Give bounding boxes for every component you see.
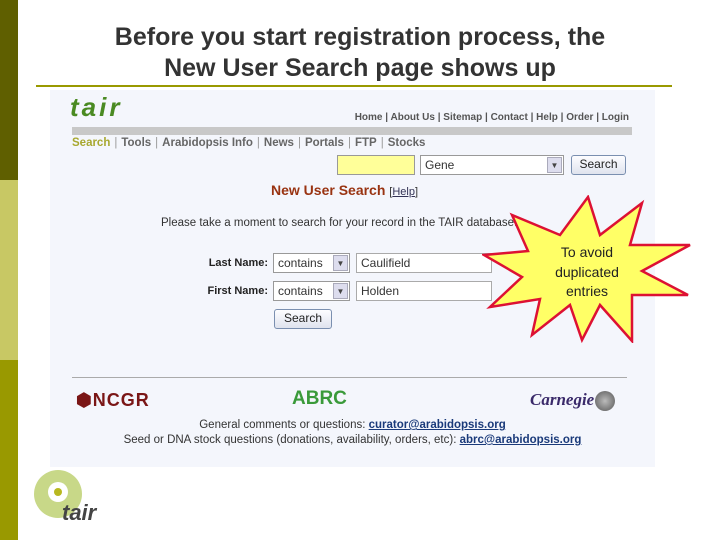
heading-text: New User Search <box>271 182 386 198</box>
side-bar-top <box>0 0 18 180</box>
nav-ftp[interactable]: FTP <box>355 137 377 149</box>
callout-line: duplicated <box>555 263 619 280</box>
callout-line: entries <box>565 283 609 299</box>
divider <box>72 377 627 378</box>
top-link-contact[interactable]: Contact <box>491 112 528 123</box>
first-name-label: First Name: <box>207 285 268 297</box>
separator: | <box>347 137 351 149</box>
seal-icon <box>595 391 616 412</box>
nav-search[interactable]: Search <box>72 137 110 149</box>
selected-value: Gene <box>425 158 455 172</box>
separator: | <box>256 137 260 149</box>
top-link-login[interactable]: Login <box>602 112 629 123</box>
chevron-down-icon: ▼ <box>333 255 348 271</box>
footer-text: Seed or DNA stock questions (donations, … <box>123 434 457 446</box>
top-link-home[interactable]: Home <box>355 112 383 123</box>
tair-logo[interactable]: tair <box>70 92 122 123</box>
quick-search-input[interactable] <box>337 155 415 175</box>
title-rule <box>36 85 672 87</box>
separator: | <box>297 137 301 149</box>
top-link-sitemap[interactable]: Sitemap <box>443 112 482 123</box>
first-name-operator[interactable]: contains ▼ <box>273 281 350 301</box>
separator: | <box>593 112 602 123</box>
separator: | <box>527 112 537 123</box>
slide-title: Before you start registration process, t… <box>40 22 680 84</box>
separator: | <box>114 137 118 149</box>
selected-value: contains <box>278 284 323 298</box>
top-link-help[interactable]: Help <box>536 112 558 123</box>
separator: | <box>557 112 567 123</box>
side-bar-middle <box>0 180 18 360</box>
main-nav: Search | Tools | Arabidopsis Info | News | Porta… <box>72 137 425 149</box>
chevron-down-icon: ▼ <box>333 283 348 299</box>
separator: | <box>155 137 159 149</box>
help-link[interactable]: Help <box>392 186 415 198</box>
title-line: Before you start registration process, t… <box>114 23 606 51</box>
separator: | <box>482 112 491 123</box>
nav-stocks[interactable]: Stocks <box>388 137 426 149</box>
first-name-input[interactable]: Holden <box>356 281 492 301</box>
side-bar-bottom <box>0 360 18 540</box>
tair-bottom-logo: tair <box>30 470 110 531</box>
logo-text: NCGR <box>92 390 150 410</box>
selected-value: contains <box>278 256 323 270</box>
nav-news[interactable]: News <box>264 137 294 149</box>
footer-text: General comments or questions: <box>199 419 366 431</box>
separator: | <box>380 137 384 149</box>
page-heading: New User Search [Help] <box>271 182 419 198</box>
quick-search-button[interactable]: Search <box>571 155 626 175</box>
nav-arabidopsis-info[interactable]: Arabidopsis Info <box>162 137 253 149</box>
top-links: Home | About Us | Sitemap | Contact | He… <box>355 112 629 123</box>
title-line: New User Search page shows up <box>164 54 556 82</box>
ncgr-logo[interactable]: ⬢NCGR <box>76 390 150 411</box>
top-link-order[interactable]: Order <box>566 112 593 123</box>
logo-text: tair <box>62 500 97 525</box>
footer-line-2: Seed or DNA stock questions (donations, … <box>50 434 655 446</box>
nav-tools[interactable]: Tools <box>121 137 151 149</box>
footer-line-1: General comments or questions: curator@a… <box>50 419 655 431</box>
intro-message: Please take a moment to search for your … <box>161 217 518 229</box>
nav-portals[interactable]: Portals <box>305 137 344 149</box>
abrc-logo[interactable]: ABRC <box>292 388 347 410</box>
search-category-select[interactable]: Gene ▼ <box>420 155 564 175</box>
last-name-operator[interactable]: contains ▼ <box>273 253 350 273</box>
top-link-about-us[interactable]: About Us <box>390 112 434 123</box>
chevron-down-icon: ▼ <box>547 157 562 173</box>
abrc-email-link[interactable]: abrc@arabidopsis.org <box>460 434 582 446</box>
search-button[interactable]: Search <box>274 309 332 329</box>
header-bar <box>72 127 632 135</box>
callout-line: To avoid <box>560 244 614 260</box>
logo-text: Carnegie <box>530 390 595 409</box>
carnegie-logo[interactable]: Carnegie <box>530 390 616 412</box>
curator-email-link[interactable]: curator@arabidopsis.org <box>369 419 506 431</box>
last-name-label: Last Name: <box>208 257 268 269</box>
last-name-input[interactable]: Caulifield <box>356 253 492 273</box>
callout-text: To avoid duplicated entries <box>542 243 632 302</box>
